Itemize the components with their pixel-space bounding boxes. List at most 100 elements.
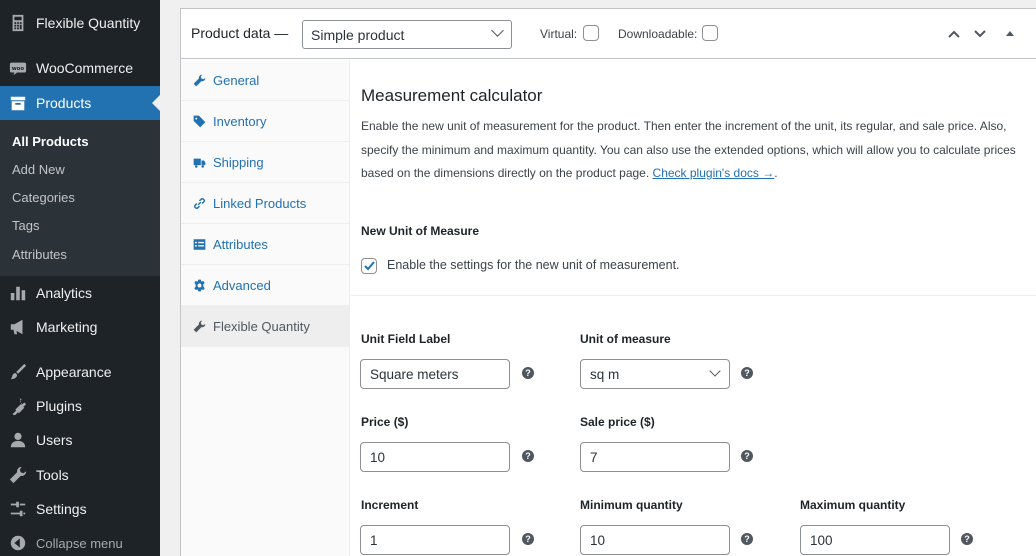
help-icon[interactable]: ? xyxy=(522,367,534,379)
max-quantity-input[interactable]: 100 xyxy=(800,525,950,555)
sidebar-item-analytics[interactable]: Analytics xyxy=(0,276,160,310)
sidebar-item-label: Flexible Quantity xyxy=(36,15,141,31)
min-quantity-label: Minimum quantity xyxy=(580,498,683,512)
product-data-title: Product data — xyxy=(191,25,289,41)
virtual-checkbox[interactable] xyxy=(583,25,599,41)
unit-field-label-label: Unit Field Label xyxy=(361,332,451,346)
downloadable-label: Downloadable: xyxy=(618,27,698,41)
product-type-select[interactable]: Simple product xyxy=(302,20,512,49)
tab-flexible-quantity[interactable]: Flexible Quantity xyxy=(181,306,349,347)
chart-bar-icon xyxy=(8,283,28,303)
help-icon[interactable]: ? xyxy=(522,533,534,545)
increment-input[interactable]: 1 xyxy=(360,525,510,555)
tab-label: Shipping xyxy=(213,154,264,170)
megaphone-icon xyxy=(8,317,28,337)
min-quantity-input[interactable]: 10 xyxy=(580,525,730,555)
tab-shipping[interactable]: Shipping xyxy=(181,142,349,183)
sidebar-item-label: Tools xyxy=(36,467,69,483)
product-data-header: Product data — Simple product Virtual: D… xyxy=(181,9,1036,59)
tab-attributes[interactable]: Attributes xyxy=(181,224,349,265)
help-icon[interactable]: ? xyxy=(741,450,753,462)
sidebar-item-plugins[interactable]: Plugins xyxy=(0,389,160,423)
checkmark-icon xyxy=(364,261,375,271)
tab-label: Linked Products xyxy=(213,195,307,211)
description-end: . xyxy=(774,166,778,180)
sale-price-input[interactable]: 7 xyxy=(580,442,730,472)
tab-label: Attributes xyxy=(213,236,268,252)
help-icon[interactable]: ? xyxy=(741,367,753,379)
sale-price-label: Sale price ($) xyxy=(580,415,655,429)
sidebar-item-users[interactable]: Users xyxy=(0,423,160,457)
chevron-down-icon xyxy=(491,24,504,37)
unit-field-label-value: Square meters xyxy=(370,367,459,382)
sidebar-item-woocommerce[interactable]: woo WooCommerce xyxy=(0,51,160,85)
plugin-docs-link[interactable]: Check plugin's docs → xyxy=(653,166,775,180)
unit-of-measure-label: Unit of measure xyxy=(580,332,671,346)
collapse-menu-button[interactable]: Collapse menu xyxy=(0,526,160,556)
sidebar-item-label: Plugins xyxy=(36,398,82,414)
chevron-down-icon xyxy=(709,365,721,377)
move-up-icon[interactable] xyxy=(946,26,962,42)
plug-icon xyxy=(8,396,28,416)
sidebar-item-label: Analytics xyxy=(36,285,93,301)
sidebar-item-appearance[interactable]: Appearance xyxy=(0,355,160,389)
submenu-item-add-new[interactable]: Add New xyxy=(12,162,65,177)
sidebar-item-flexible-quantity[interactable]: Flexible Quantity xyxy=(0,6,160,40)
new-unit-heading: New Unit of Measure xyxy=(361,224,480,238)
sidebar-item-label: Products xyxy=(36,95,92,111)
enable-unit-checkbox[interactable] xyxy=(361,258,377,274)
unit-of-measure-value: sq m xyxy=(590,367,620,382)
tab-label: Inventory xyxy=(213,113,267,129)
tab-label: Flexible Quantity xyxy=(213,318,310,334)
product-type-value: Simple product xyxy=(311,27,405,43)
submenu-item-attributes[interactable]: Attributes xyxy=(12,247,67,262)
woocommerce-icon: woo xyxy=(8,58,28,78)
price-value: 10 xyxy=(370,450,386,465)
toggle-panel-icon[interactable] xyxy=(1002,26,1018,42)
collapse-icon xyxy=(8,533,28,553)
enable-unit-label: Enable the settings for the new unit of … xyxy=(387,258,680,272)
unit-field-label-input[interactable]: Square meters xyxy=(360,359,510,389)
help-icon[interactable]: ? xyxy=(741,533,753,545)
sale-price-value: 7 xyxy=(590,450,598,465)
products-submenu: All Products Add New Categories Tags Att… xyxy=(0,120,160,276)
sidebar-item-label: WooCommerce xyxy=(36,60,133,76)
tab-general[interactable]: General xyxy=(181,60,349,101)
user-icon xyxy=(8,430,28,450)
sidebar-item-label: Marketing xyxy=(36,319,98,335)
unit-of-measure-select[interactable]: sq m xyxy=(580,359,730,389)
flexible-quantity-panel: Measurement calculator Enable the new un… xyxy=(351,60,1036,556)
help-icon[interactable]: ? xyxy=(522,450,534,462)
tab-advanced[interactable]: Advanced xyxy=(181,265,349,306)
wrench-icon xyxy=(8,465,28,485)
tab-label: General xyxy=(213,72,260,88)
tab-linked-products[interactable]: Linked Products xyxy=(181,183,349,224)
panel-description: Enable the new unit of measurement for t… xyxy=(361,115,1021,186)
calculator-icon xyxy=(8,13,28,33)
submenu-item-all-products[interactable]: All Products xyxy=(12,134,89,149)
downloadable-checkbox[interactable] xyxy=(702,25,718,41)
sidebar-item-label: Appearance xyxy=(36,364,112,380)
archive-icon xyxy=(8,93,28,113)
price-input[interactable]: 10 xyxy=(360,442,510,472)
increment-value: 1 xyxy=(370,533,378,548)
list-icon xyxy=(192,237,206,251)
tab-label: Advanced xyxy=(213,277,271,293)
product-data-tabs: General Inventory Shipping Linked Produc… xyxy=(181,60,350,556)
increment-label: Increment xyxy=(361,498,419,512)
submenu-item-categories[interactable]: Categories xyxy=(12,190,75,205)
move-down-icon[interactable] xyxy=(972,26,988,42)
virtual-label: Virtual: xyxy=(540,27,578,41)
max-quantity-label: Maximum quantity xyxy=(800,498,906,512)
help-icon[interactable]: ? xyxy=(961,533,973,545)
sidebar-item-marketing[interactable]: Marketing xyxy=(0,310,160,344)
sidebar-item-products[interactable]: Products xyxy=(0,86,160,120)
tab-inventory[interactable]: Inventory xyxy=(181,101,349,142)
admin-sidebar: Flexible Quantity woo WooCommerce Produc… xyxy=(0,0,160,556)
submenu-item-tags[interactable]: Tags xyxy=(12,218,39,233)
sidebar-item-settings[interactable]: Settings xyxy=(0,492,160,526)
tag-icon xyxy=(192,114,206,128)
collapse-label: Collapse menu xyxy=(36,535,123,551)
product-data-box: Product data — Simple product Virtual: D… xyxy=(180,8,1036,556)
sidebar-item-tools[interactable]: Tools xyxy=(0,458,160,492)
